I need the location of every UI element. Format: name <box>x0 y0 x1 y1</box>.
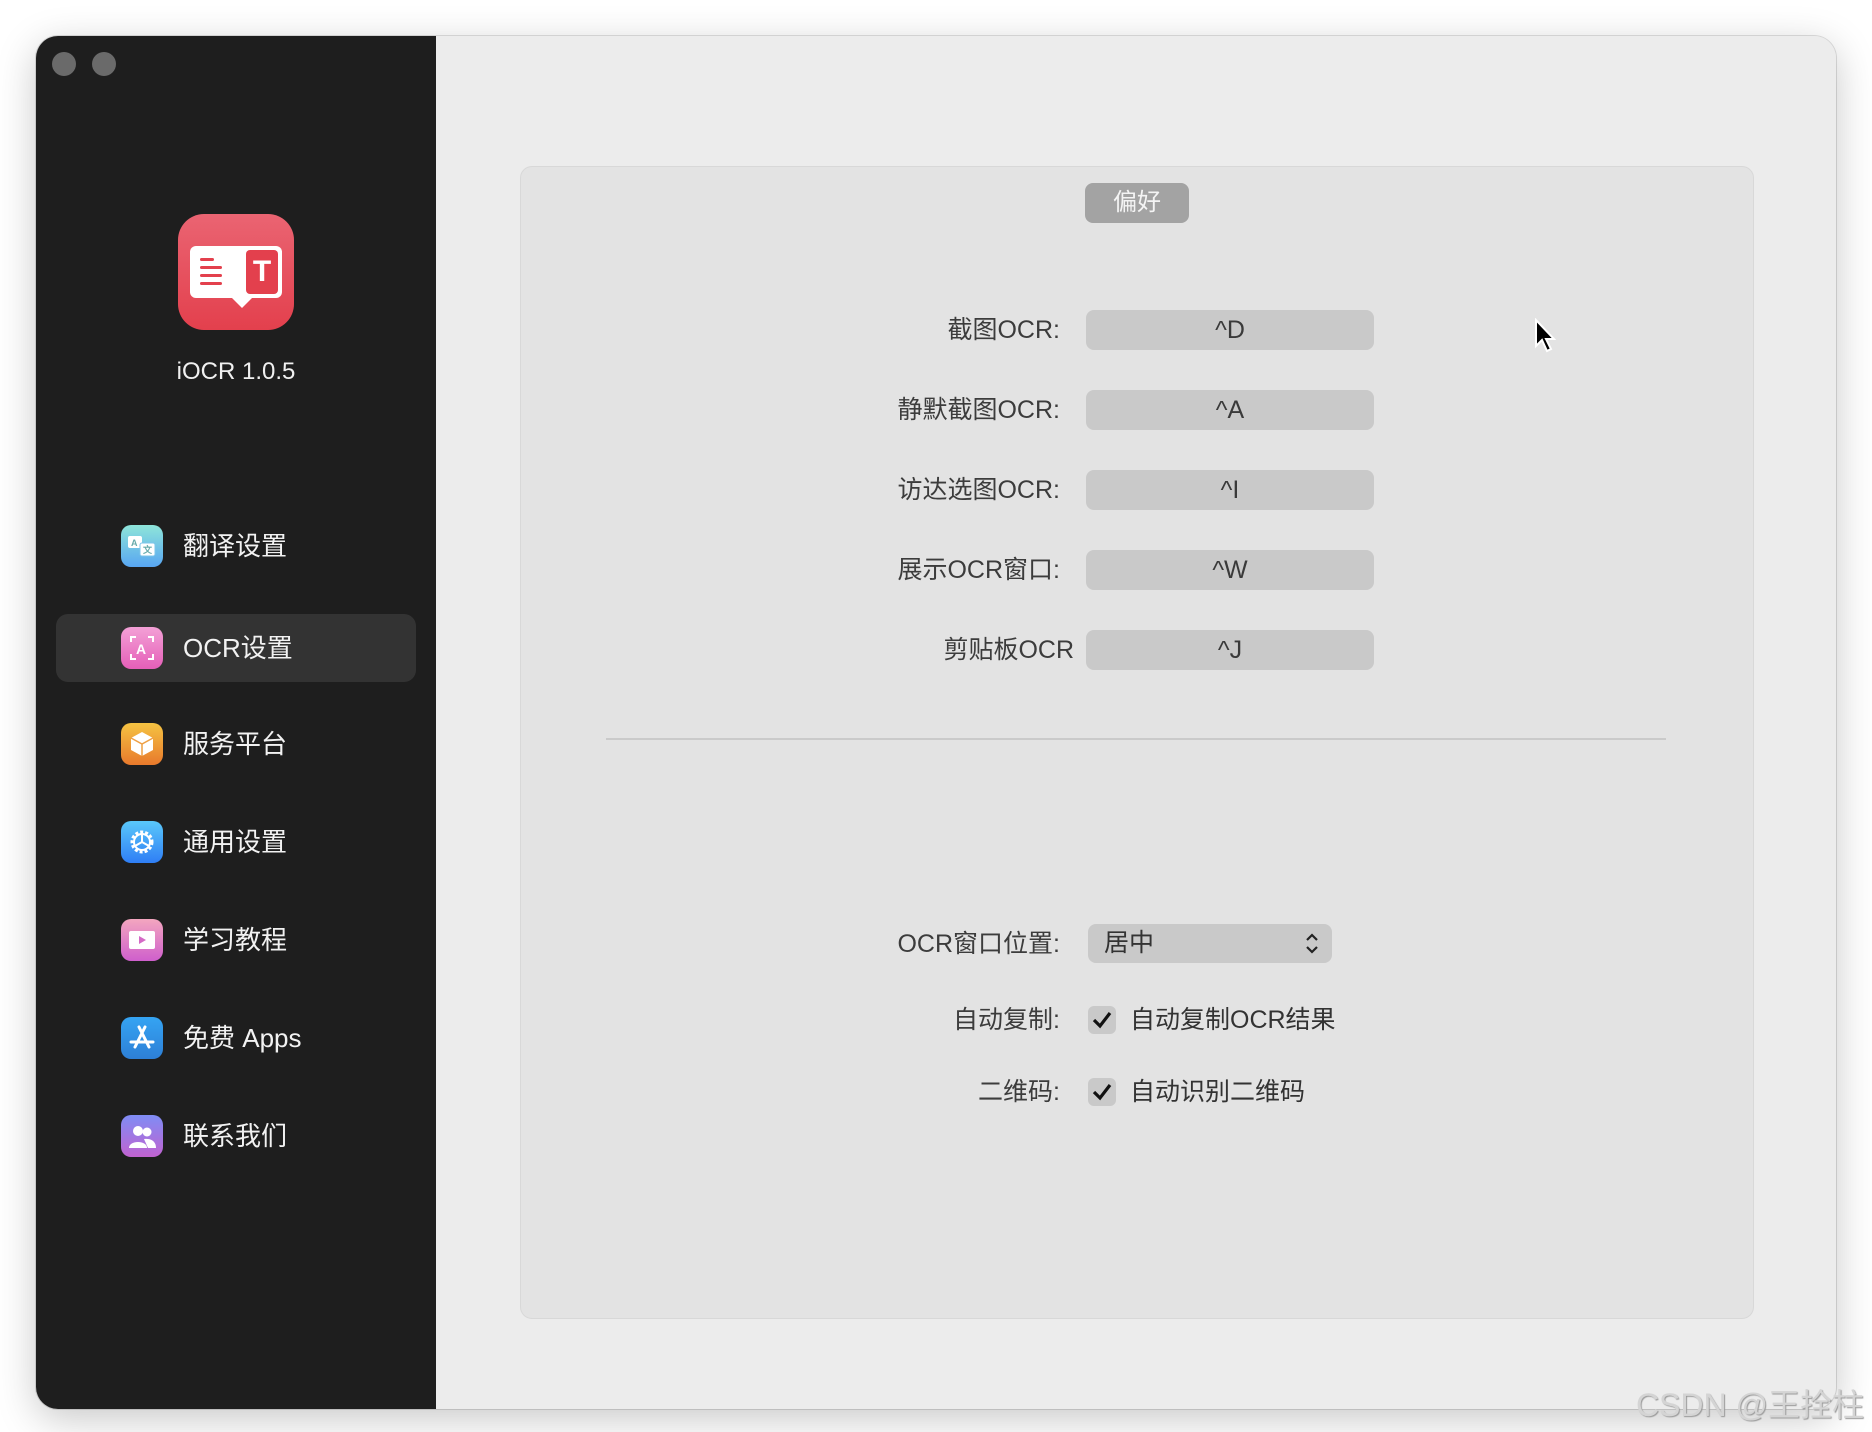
shortcut-recorder-screenshot-ocr[interactable]: ^D <box>1086 310 1374 350</box>
section-divider <box>606 738 1666 740</box>
app-logo-icon: T <box>178 214 294 330</box>
sidebar-item-service-platform[interactable]: 服务平台 <box>56 710 416 778</box>
sidebar-item-label: 学习教程 <box>183 925 288 955</box>
qr-code-checkbox[interactable] <box>1088 1078 1116 1106</box>
auto-copy-checkbox[interactable] <box>1088 1006 1116 1034</box>
shortcut-label: 静默截图OCR: <box>897 396 1060 424</box>
window-minimize-button[interactable] <box>92 52 116 76</box>
shortcut-label: 展示OCR窗口: <box>897 556 1060 584</box>
ocr-scan-icon: A <box>121 627 163 669</box>
window-close-button[interactable] <box>52 52 76 76</box>
watermark: CSDN @王拴柱 <box>1635 1387 1864 1423</box>
sidebar: T iOCR 1.0.5 A文 翻译设置 A OCR设置 服务平台 通用设置 学… <box>36 36 436 1409</box>
sidebar-item-translate-settings[interactable]: A文 翻译设置 <box>56 512 416 580</box>
sidebar-item-label: 服务平台 <box>183 729 288 759</box>
svg-text:A: A <box>136 641 146 657</box>
section-title-badge: 偏好 <box>1085 183 1189 223</box>
window-position-value: 居中 <box>1104 929 1155 957</box>
gear-icon <box>121 821 163 863</box>
shortcut-recorder-show-window[interactable]: ^W <box>1086 550 1374 590</box>
sidebar-item-label: OCR设置 <box>183 633 293 663</box>
shortcut-recorder-clipboard-ocr[interactable]: ^J <box>1086 630 1374 670</box>
checkmark-icon <box>1092 1012 1112 1029</box>
app-store-icon <box>121 1017 163 1059</box>
app-window: T iOCR 1.0.5 A文 翻译设置 A OCR设置 服务平台 通用设置 学… <box>36 36 1836 1409</box>
svg-text:A: A <box>131 538 138 548</box>
shortcut-label: 剪贴板OCR <box>943 636 1074 664</box>
sidebar-item-ocr-settings[interactable]: A OCR设置 <box>56 614 416 682</box>
contacts-icon <box>121 1115 163 1157</box>
settings-content: 偏好 截图OCR: ^D 静默截图OCR: ^A 访达选图OCR: ^I 展示O… <box>436 36 1836 1409</box>
shortcut-label: 截图OCR: <box>947 316 1060 344</box>
translate-icon: A文 <box>121 525 163 567</box>
sidebar-item-label: 通用设置 <box>183 827 288 857</box>
sidebar-item-general-settings[interactable]: 通用设置 <box>56 808 416 876</box>
qr-code-label: 二维码: <box>978 1078 1060 1106</box>
qr-code-checkbox-label[interactable]: 自动识别二维码 <box>1130 1078 1305 1106</box>
video-icon <box>121 919 163 961</box>
window-position-select[interactable]: 居中 <box>1088 924 1332 963</box>
svg-text:文: 文 <box>142 544 153 555</box>
auto-copy-label: 自动复制: <box>953 1006 1060 1034</box>
sidebar-item-tutorials[interactable]: 学习教程 <box>56 906 416 974</box>
sidebar-item-label: 免费 Apps <box>183 1023 302 1053</box>
sidebar-item-contact-us[interactable]: 联系我们 <box>56 1102 416 1170</box>
shortcut-recorder-silent-ocr[interactable]: ^A <box>1086 390 1374 430</box>
mouse-cursor-icon <box>1535 318 1557 353</box>
checkmark-icon <box>1092 1084 1112 1101</box>
sidebar-item-label: 翻译设置 <box>183 531 288 561</box>
cube-icon <box>121 723 163 765</box>
shortcut-recorder-finder-ocr[interactable]: ^I <box>1086 470 1374 510</box>
sidebar-item-free-apps[interactable]: 免费 Apps <box>56 1004 416 1072</box>
shortcut-label: 访达选图OCR: <box>897 476 1060 504</box>
app-version: iOCR 1.0.5 <box>176 358 296 385</box>
sidebar-item-label: 联系我们 <box>183 1121 288 1151</box>
window-position-label: OCR窗口位置: <box>897 930 1060 958</box>
chevron-up-down-icon <box>1306 933 1318 954</box>
auto-copy-checkbox-label[interactable]: 自动复制OCR结果 <box>1130 1006 1336 1034</box>
